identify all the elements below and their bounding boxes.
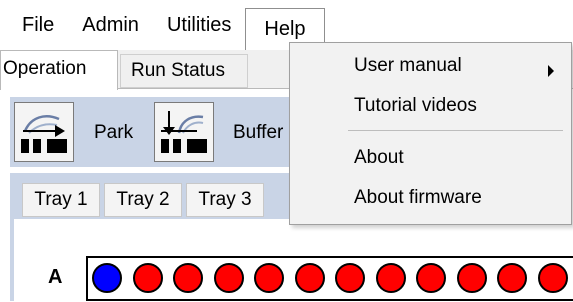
submenu-arrow-icon [548, 65, 554, 77]
well[interactable] [416, 263, 446, 293]
well[interactable] [456, 263, 487, 293]
buffer-label[interactable]: Buffer [233, 121, 283, 145]
well[interactable] [173, 263, 203, 293]
park-button[interactable] [14, 102, 74, 162]
menu-utilities[interactable]: Utilities [153, 0, 245, 50]
well[interactable] [213, 263, 244, 293]
help-menu-dropdown: User manual Tutorial videos About About … [289, 42, 572, 225]
menu-item-about[interactable]: About [354, 146, 404, 170]
menu-admin[interactable]: Admin [68, 0, 153, 50]
buffer-button[interactable] [154, 102, 214, 162]
tray-tab-1[interactable]: Tray 1 [22, 183, 100, 217]
menu-separator [348, 130, 563, 131]
tab-run-status[interactable]: Run Status [120, 54, 248, 88]
well[interactable] [92, 263, 122, 293]
tab-bar: Operation Run Status [0, 50, 300, 90]
well[interactable] [132, 263, 163, 293]
menu-item-tutorial-videos[interactable]: Tutorial videos [354, 94, 477, 118]
menu-file[interactable]: File [0, 0, 68, 50]
row-label-a: A [48, 266, 63, 288]
tab-operation[interactable]: Operation [0, 50, 118, 90]
well[interactable] [254, 263, 284, 293]
menu-item-about-firmware[interactable]: About firmware [354, 186, 482, 210]
well[interactable] [375, 263, 406, 293]
menu-gutter [290, 43, 334, 224]
well[interactable] [537, 263, 568, 293]
tray-tab-2[interactable]: Tray 2 [104, 183, 182, 217]
well[interactable] [497, 263, 527, 293]
menu-item-user-manual[interactable]: User manual [354, 54, 462, 78]
park-icon [21, 115, 67, 153]
well[interactable] [294, 263, 325, 293]
park-label[interactable]: Park [94, 121, 133, 145]
well[interactable] [335, 263, 365, 293]
buffer-icon [161, 111, 207, 153]
tray-tab-3[interactable]: Tray 3 [186, 183, 264, 217]
